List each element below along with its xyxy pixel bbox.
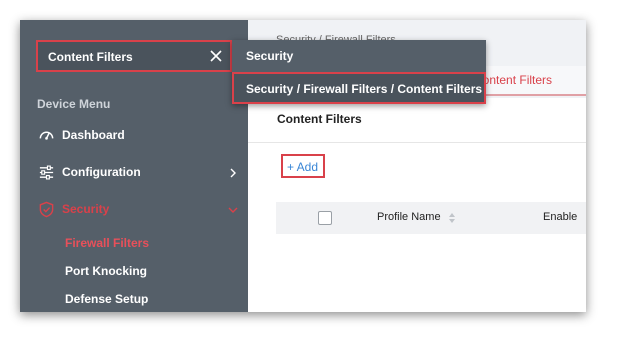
sidebar: Content Filters Device Menu Dashboard Co…: [20, 20, 248, 312]
add-button[interactable]: + Add: [281, 154, 325, 178]
sidebar-subitem-port-knocking[interactable]: Port Knocking: [65, 264, 147, 278]
sidebar-subitem-defense-setup[interactable]: Defense Setup: [65, 292, 148, 306]
select-all-checkbox[interactable]: [318, 211, 332, 225]
search-result-label: Security / Firewall Filters / Content Fi…: [246, 82, 483, 96]
shield-icon: [39, 201, 54, 218]
divider: [248, 142, 586, 143]
search-results-group-title: Security: [246, 49, 294, 63]
close-icon[interactable]: [208, 48, 224, 64]
sliders-icon: [39, 165, 54, 180]
sidebar-item-label: Configuration: [62, 165, 141, 179]
chevron-right-icon: [230, 168, 236, 178]
gauge-icon: [39, 131, 54, 140]
sidebar-item-label: Dashboard: [62, 128, 125, 142]
add-button-label: + Add: [287, 160, 319, 174]
column-header-profile-name[interactable]: Profile Name: [377, 211, 441, 223]
sidebar-item-security[interactable]: Security: [20, 197, 248, 223]
card-title: Content Filters: [277, 112, 362, 126]
content-card: Content Filters + Add Profile Name Enabl…: [248, 98, 586, 312]
table-header: Profile Name Enable: [276, 202, 586, 234]
sidebar-item-label: Security: [62, 202, 110, 216]
search-input[interactable]: Content Filters: [36, 40, 232, 72]
chevron-down-icon: [228, 207, 238, 213]
sidebar-subitem-firewall-filters[interactable]: Firewall Filters: [65, 236, 149, 250]
search-results-dropdown: Security Security / Firewall Filters / C…: [232, 40, 486, 104]
column-header-enable[interactable]: Enable: [543, 211, 577, 223]
search-result-item[interactable]: Security / Firewall Filters / Content Fi…: [232, 72, 486, 104]
search-input-value: Content Filters: [48, 50, 133, 64]
sort-icon[interactable]: [448, 212, 456, 224]
menu-title: Device Menu: [37, 97, 111, 111]
sidebar-item-configuration[interactable]: Configuration: [20, 160, 248, 186]
sidebar-item-dashboard[interactable]: Dashboard: [20, 123, 248, 149]
